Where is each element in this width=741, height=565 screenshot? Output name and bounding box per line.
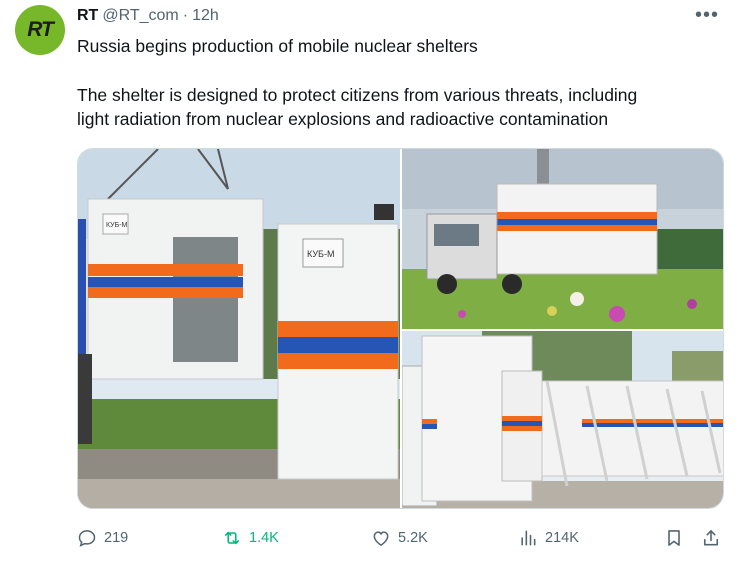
- avatar-logo-text: RT: [27, 18, 54, 41]
- repost-button[interactable]: 1.4K: [222, 528, 279, 548]
- photo-shelter-truck[interactable]: [402, 149, 723, 329]
- tweet-header: RT @RT_com · 12h: [77, 6, 219, 26]
- post-time[interactable]: 12h: [192, 6, 219, 26]
- author-handle[interactable]: @RT_com: [102, 6, 178, 26]
- bookmark-button[interactable]: [664, 528, 684, 548]
- photo1-sign-left: КУБ-М: [106, 222, 128, 229]
- share-icon: [703, 530, 719, 546]
- like-button[interactable]: 5.2K: [371, 528, 428, 548]
- repost-count: 1.4K: [249, 530, 279, 546]
- reply-count: 219: [104, 530, 129, 546]
- tweet-text-line-3: light radiation from nuclear explosions …: [77, 109, 609, 129]
- views-chart-icon: [521, 530, 536, 546]
- avatar[interactable]: RT: [15, 5, 65, 55]
- photo-shelter-panels[interactable]: [402, 331, 723, 508]
- more-options-icon[interactable]: •••: [695, 4, 719, 27]
- separator-dot: ·: [182, 7, 189, 24]
- photo-shelter-crane[interactable]: КУБ-М КУБ-М: [78, 149, 400, 508]
- photo1-sign-right: КУБ-М: [307, 249, 334, 259]
- heart-icon: [373, 531, 389, 546]
- like-count: 5.2K: [398, 530, 428, 546]
- reply-button[interactable]: 219: [77, 528, 128, 548]
- share-button[interactable]: [701, 528, 721, 548]
- media-grid: КУБ-М КУБ-М: [77, 148, 724, 509]
- action-bar: 219 1.4K 5.2K 214K: [0, 528, 741, 552]
- bookmark-icon: [668, 530, 680, 546]
- author-name[interactable]: RT: [77, 6, 98, 26]
- tweet-text-line-2: The shelter is designed to protect citiz…: [77, 85, 638, 105]
- repost-icon: [224, 531, 240, 545]
- views-count: 214K: [545, 530, 579, 546]
- reply-icon: [78, 530, 96, 547]
- tweet-text-line-1: Russia begins production of mobile nucle…: [77, 36, 478, 56]
- views-button[interactable]: 214K: [518, 528, 579, 548]
